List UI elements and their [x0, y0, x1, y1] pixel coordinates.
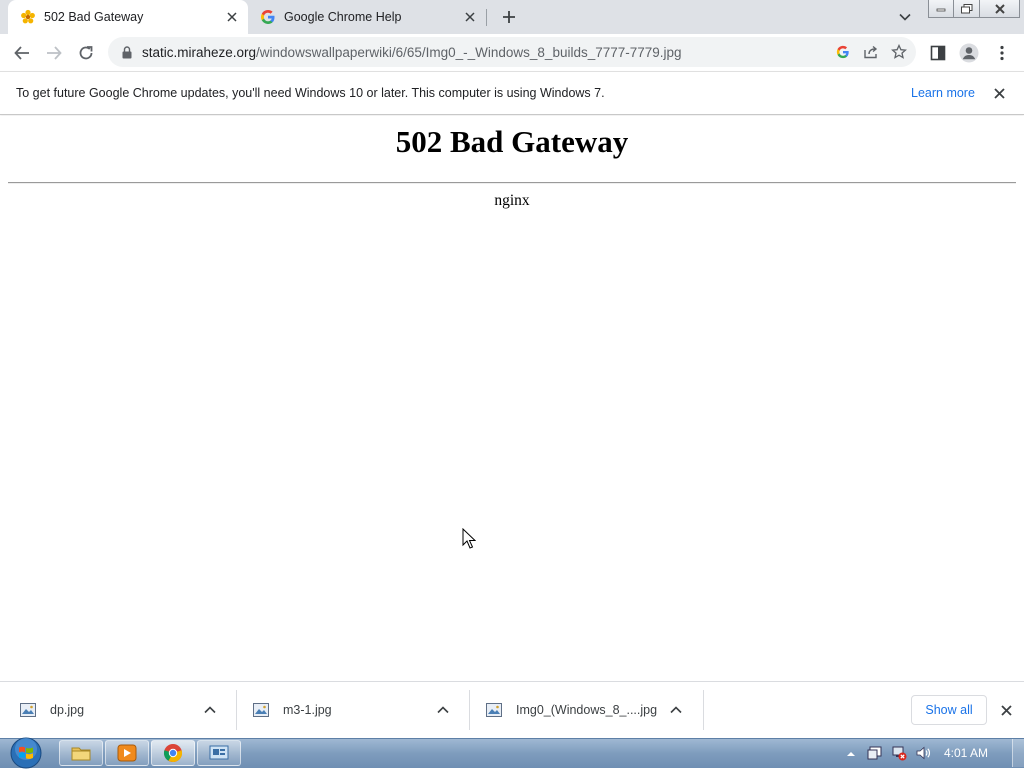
- folder-icon: [71, 747, 91, 761]
- chevron-up-icon[interactable]: [666, 700, 686, 720]
- reload-icon[interactable]: [74, 41, 98, 65]
- forward-arrow-icon[interactable]: [42, 41, 66, 65]
- taskbar-media-player-button[interactable]: [105, 740, 149, 766]
- download-filename: dp.jpg: [50, 703, 85, 717]
- window-controls: [928, 0, 1020, 18]
- browser-toolbar: static.miraheze.org/windowswallpaperwiki…: [0, 34, 1024, 71]
- image-file-icon: [253, 703, 269, 717]
- learn-more-link[interactable]: Learn more: [911, 86, 975, 100]
- url-path: /windowswallpaperwiki/6/65/Img0_-_Window…: [256, 44, 682, 60]
- network-app-icon: [209, 745, 229, 760]
- close-tab-icon[interactable]: [460, 7, 480, 27]
- network-error-icon[interactable]: [890, 744, 908, 762]
- mouse-pointer-icon: [462, 527, 477, 555]
- action-center-flag-icon[interactable]: [866, 744, 884, 762]
- volume-icon[interactable]: [914, 744, 932, 762]
- show-desktop-button[interactable]: [1012, 739, 1024, 767]
- window-close-icon[interactable]: [980, 0, 1020, 18]
- minimize-icon[interactable]: [928, 0, 954, 18]
- download-item[interactable]: dp.jpg: [0, 682, 234, 738]
- horizontal-rule: [8, 182, 1016, 184]
- page-content: 502 Bad Gateway nginx: [0, 116, 1024, 681]
- system-tray: [842, 739, 932, 767]
- tray-expand-up-icon[interactable]: [842, 744, 860, 762]
- side-panel-icon[interactable]: [926, 41, 950, 65]
- page-title: 502 Bad Gateway: [395, 124, 629, 159]
- flower-favicon-icon: [20, 9, 36, 25]
- google-lens-icon[interactable]: [832, 42, 854, 62]
- url-host: static.miraheze.org: [142, 44, 257, 60]
- chevron-up-icon[interactable]: [433, 700, 453, 720]
- download-item[interactable]: m3-1.jpg: [233, 682, 467, 738]
- share-icon[interactable]: [860, 42, 882, 62]
- url-text: static.miraheze.org/windowswallpaperwiki…: [142, 45, 682, 60]
- infobar-close-icon[interactable]: [990, 84, 1008, 102]
- lock-icon[interactable]: [118, 45, 136, 59]
- download-separator: [703, 690, 704, 730]
- chevron-up-icon[interactable]: [200, 700, 220, 720]
- chrome-icon: [163, 744, 183, 763]
- shelf-close-icon[interactable]: [997, 701, 1015, 719]
- taskbar-clock[interactable]: 4:01 AM: [944, 746, 988, 760]
- tab-title: Google Chrome Help: [284, 10, 402, 24]
- close-tab-icon[interactable]: [222, 7, 242, 27]
- server-name: nginx: [494, 192, 530, 209]
- media-player-icon: [117, 744, 137, 762]
- back-arrow-icon[interactable]: [10, 41, 34, 65]
- tab-separator: [486, 9, 487, 26]
- download-shelf: dp.jpg m3-1.jpg Img0_(Windows_8_....jpg …: [0, 681, 1024, 738]
- tab-502-bad-gateway[interactable]: 502 Bad Gateway: [8, 0, 248, 34]
- bookmark-star-icon[interactable]: [888, 42, 910, 62]
- windows-taskbar: 4:01 AM: [0, 736, 1024, 770]
- taskbar-chrome-button[interactable]: [151, 740, 195, 766]
- taskbar-explorer-button[interactable]: [59, 740, 103, 766]
- tab-search-chevron-down-icon[interactable]: [894, 7, 916, 27]
- windows-logo-icon: [10, 737, 42, 769]
- tab-strip: 502 Bad Gateway Google Chrome Help: [0, 0, 1024, 34]
- more-menu-icon[interactable]: [990, 41, 1014, 65]
- taskbar-network-app-button[interactable]: [197, 740, 241, 766]
- google-g-icon: [260, 9, 276, 25]
- download-filename: m3-1.jpg: [283, 703, 332, 717]
- omnibox-actions: [832, 42, 910, 62]
- download-filename: Img0_(Windows_8_....jpg: [516, 703, 658, 717]
- restore-icon[interactable]: [954, 0, 980, 18]
- start-button[interactable]: [8, 736, 44, 770]
- infobar-message: To get future Google Chrome updates, you…: [16, 86, 605, 100]
- profile-avatar-icon[interactable]: [957, 41, 981, 65]
- new-tab-plus-icon[interactable]: [497, 6, 521, 28]
- download-item[interactable]: Img0_(Windows_8_....jpg: [466, 682, 700, 738]
- show-all-button[interactable]: Show all: [911, 695, 987, 725]
- update-infobar: To get future Google Chrome updates, you…: [0, 71, 1024, 115]
- tab-google-chrome-help[interactable]: Google Chrome Help: [250, 0, 486, 34]
- address-bar[interactable]: static.miraheze.org/windowswallpaperwiki…: [108, 37, 916, 67]
- image-file-icon: [486, 703, 502, 717]
- tab-title: 502 Bad Gateway: [44, 10, 144, 24]
- image-file-icon: [20, 703, 36, 717]
